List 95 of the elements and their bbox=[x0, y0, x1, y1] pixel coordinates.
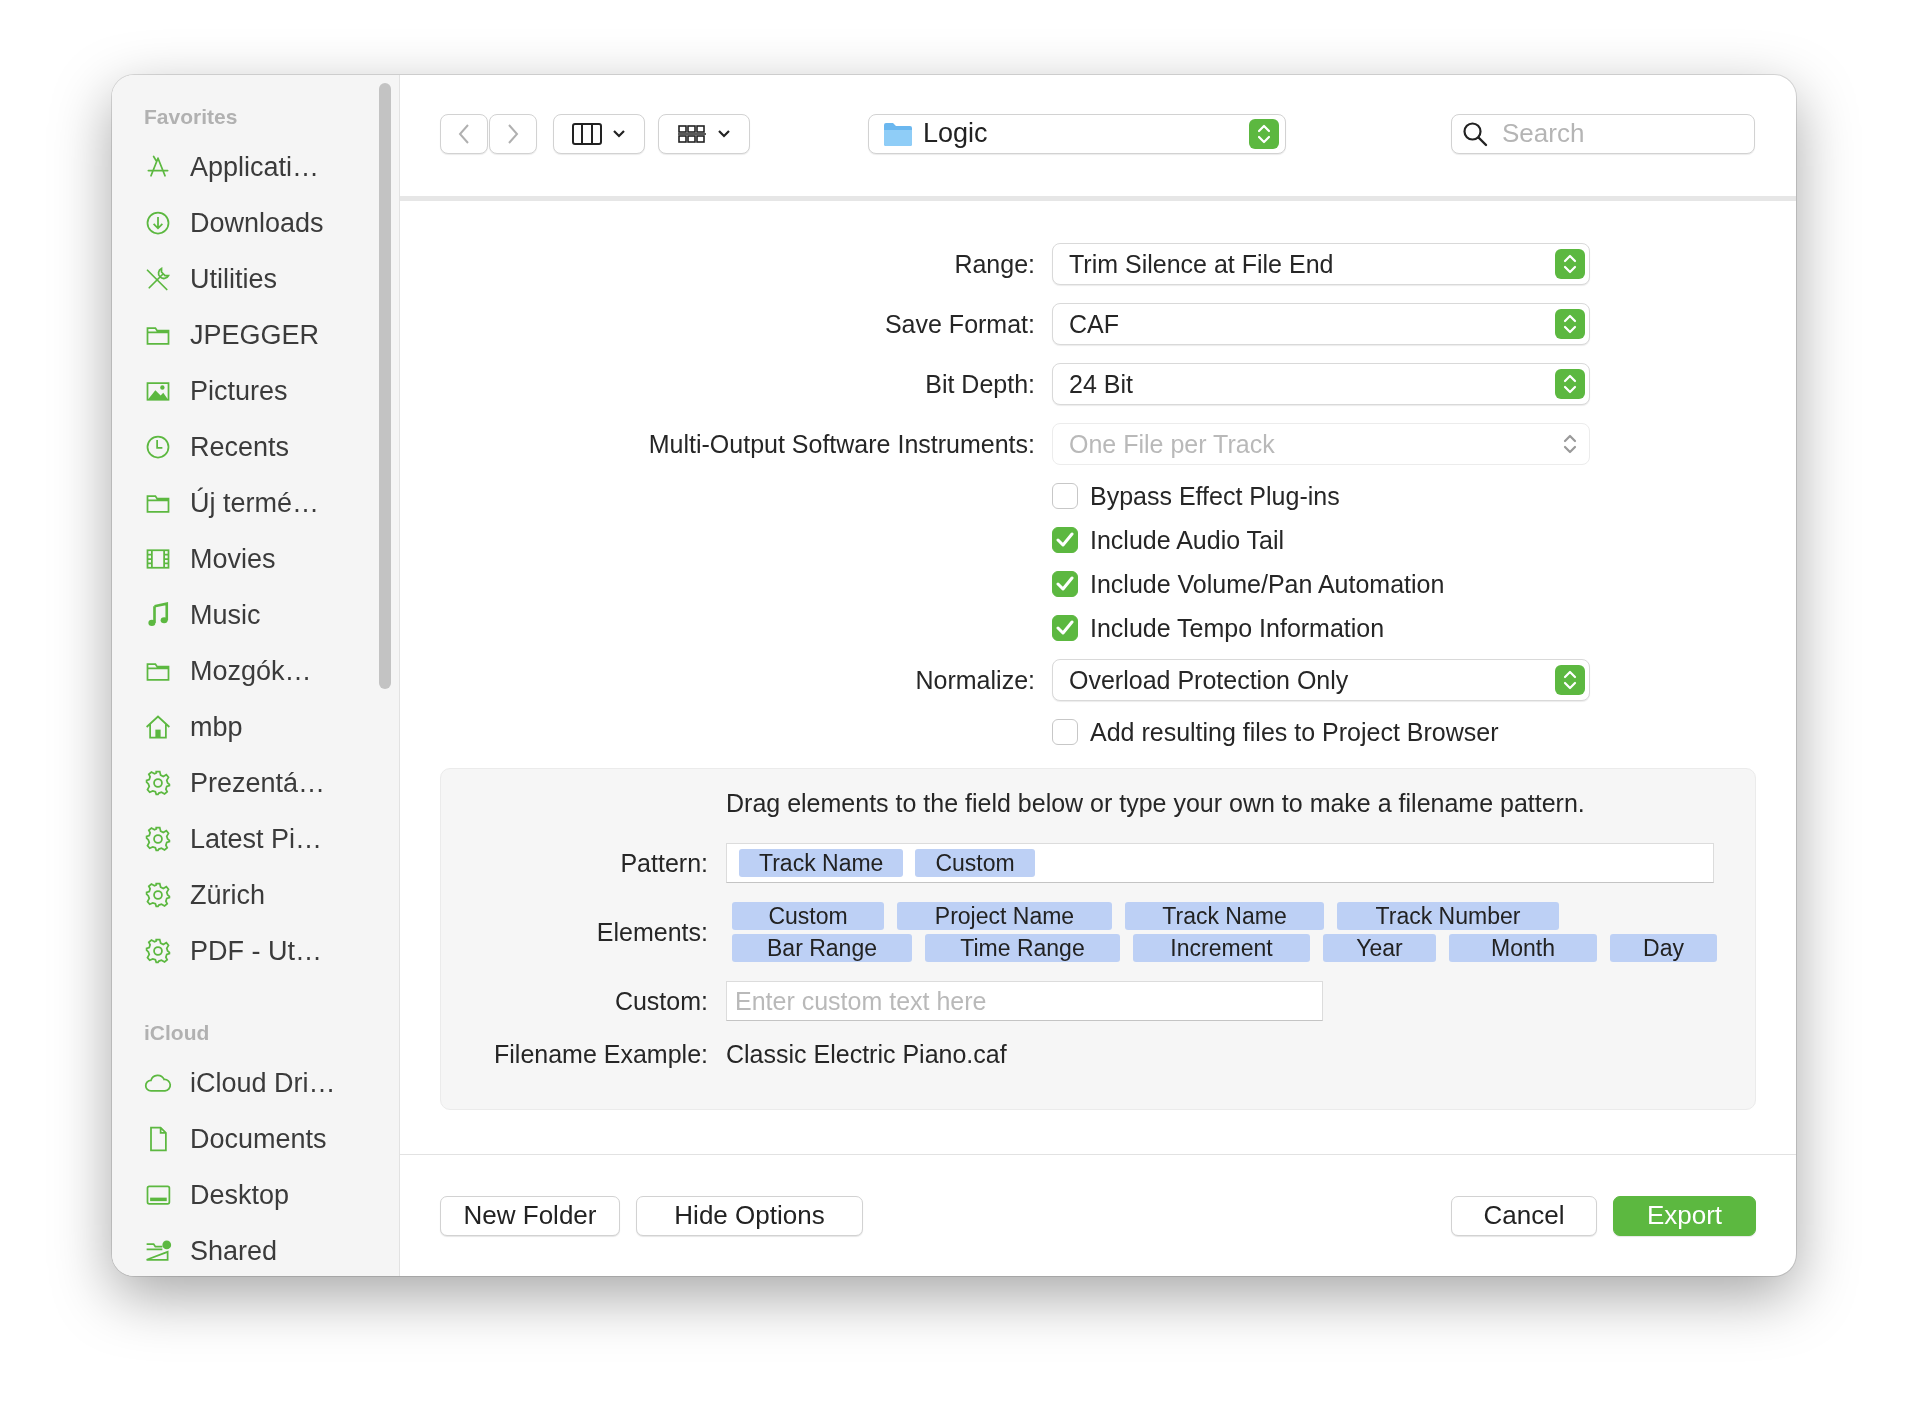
checkbox-label: Include Volume/Pan Automation bbox=[1090, 569, 1445, 599]
hide-options-button[interactable]: Hide Options bbox=[636, 1195, 863, 1236]
cancel-button[interactable]: Cancel bbox=[1451, 1195, 1597, 1236]
gear-icon bbox=[144, 937, 172, 965]
checkbox[interactable] bbox=[1052, 571, 1078, 597]
field-label: Range: bbox=[954, 249, 1035, 279]
search-icon bbox=[1462, 120, 1488, 147]
forward-button[interactable] bbox=[489, 113, 537, 154]
checkbox-label: Add resulting files to Project Browser bbox=[1090, 717, 1499, 747]
chevron-left-icon bbox=[457, 122, 471, 145]
element-token[interactable]: Year bbox=[1323, 934, 1436, 962]
sidebar-item[interactable]: Recents bbox=[190, 431, 290, 463]
field-label: Normalize: bbox=[915, 665, 1035, 695]
sidebar-item[interactable]: PDF - Ut… bbox=[190, 935, 322, 967]
sidebar-item[interactable]: Desktop bbox=[190, 1179, 290, 1211]
field-label: Pattern: bbox=[620, 848, 708, 878]
search-input[interactable]: Search bbox=[1500, 117, 1744, 150]
sidebar-item[interactable]: Downloads bbox=[190, 207, 324, 239]
pattern-token[interactable]: Custom bbox=[915, 849, 1035, 877]
sidebar-item[interactable]: Music bbox=[190, 599, 261, 631]
sidebar-item[interactable]: Prezentá… bbox=[190, 767, 326, 799]
checkbox-label: Include Tempo Information bbox=[1090, 613, 1385, 643]
field-label: Bit Depth: bbox=[925, 369, 1035, 399]
sidebar-item[interactable]: mbp bbox=[190, 711, 243, 743]
gear-icon bbox=[144, 769, 172, 797]
field-label: Multi-Output Software Instruments: bbox=[648, 429, 1035, 459]
filename-example: Classic Electric Piano.caf bbox=[726, 1040, 1008, 1069]
chevron-right-icon bbox=[506, 122, 520, 145]
popup-button[interactable]: CAF bbox=[1052, 303, 1590, 345]
checkmark-icon bbox=[1056, 532, 1074, 548]
sidebar-item[interactable]: Utilities bbox=[190, 263, 277, 295]
field-label: Save Format: bbox=[884, 309, 1035, 339]
checkmark-icon bbox=[1056, 576, 1074, 592]
caret-icon bbox=[612, 128, 626, 139]
back-button[interactable] bbox=[440, 113, 488, 154]
sidebar-item[interactable]: JPEGGER bbox=[190, 319, 320, 351]
checkbox[interactable] bbox=[1052, 527, 1078, 553]
download-icon bbox=[144, 209, 172, 237]
field-label: Elements: bbox=[596, 917, 708, 947]
sidebar-item[interactable]: Applicati… bbox=[190, 151, 320, 183]
folder-icon bbox=[883, 120, 913, 147]
sidebar-item[interactable]: Zürich bbox=[190, 879, 265, 911]
field-label: Filename Example: bbox=[494, 1040, 708, 1069]
location-popup[interactable]: Logic bbox=[868, 113, 1286, 154]
stepper-icon bbox=[1555, 369, 1585, 399]
element-token[interactable]: Time Range bbox=[925, 934, 1120, 962]
checkbox[interactable] bbox=[1052, 615, 1078, 641]
stepper-icon bbox=[1249, 118, 1279, 149]
custom-text-field[interactable]: Enter custom text here bbox=[726, 981, 1323, 1021]
sidebar-item[interactable]: Új termé… bbox=[190, 487, 319, 519]
grid-icon bbox=[677, 123, 707, 144]
clock-icon bbox=[144, 433, 172, 461]
scrollbar-thumb[interactable] bbox=[379, 83, 391, 689]
element-token[interactable]: Project Name bbox=[897, 902, 1112, 930]
popup-button[interactable]: 24 Bit bbox=[1052, 363, 1590, 405]
element-token[interactable]: Day bbox=[1610, 934, 1717, 962]
popup-button[interactable]: Trim Silence at File End bbox=[1052, 243, 1590, 285]
sidebar-item[interactable]: Latest Pi… bbox=[190, 823, 323, 855]
tools-icon bbox=[144, 265, 172, 293]
stepper-icon bbox=[1555, 665, 1585, 695]
popup-button[interactable]: Overload Protection Only bbox=[1052, 659, 1590, 701]
checkmark-icon bbox=[1056, 620, 1074, 636]
sidebar-item[interactable]: Mozgók… bbox=[190, 655, 312, 687]
new-folder-button[interactable]: New Folder bbox=[440, 1195, 620, 1236]
caret-icon bbox=[717, 128, 731, 139]
sidebar-item[interactable]: Shared bbox=[190, 1235, 278, 1267]
element-token[interactable]: Track Number bbox=[1337, 902, 1559, 930]
element-token[interactable]: Track Name bbox=[1125, 902, 1324, 930]
sidebar-section-title: iCloud bbox=[144, 1021, 211, 1046]
checkbox[interactable] bbox=[1052, 719, 1078, 745]
columns-icon bbox=[572, 122, 602, 145]
group-view-button[interactable] bbox=[658, 113, 750, 154]
instruction-text: Drag elements to the field below or type your own to make a filename pattern. bbox=[726, 789, 1586, 818]
sidebar-item[interactable]: Documents bbox=[190, 1123, 327, 1155]
search-field[interactable]: Search bbox=[1451, 113, 1755, 154]
element-token[interactable]: Custom bbox=[732, 902, 884, 930]
pattern-field[interactable]: Track Name Custom bbox=[726, 843, 1714, 883]
gear-icon bbox=[144, 825, 172, 853]
sidebar-section-title: Favorites bbox=[144, 105, 239, 130]
checkbox[interactable] bbox=[1052, 483, 1078, 509]
checkbox-label: Bypass Effect Plug-ins bbox=[1090, 481, 1340, 511]
stepper-icon bbox=[1555, 249, 1585, 279]
element-token[interactable]: Bar Range bbox=[732, 934, 912, 962]
pattern-token[interactable]: Track Name bbox=[739, 849, 904, 877]
sidebar-item[interactable]: Pictures bbox=[190, 375, 288, 407]
stepper-icon bbox=[1555, 309, 1585, 339]
sidebar-item[interactable]: Movies bbox=[190, 543, 276, 575]
gear-icon bbox=[144, 881, 172, 909]
column-view-button[interactable] bbox=[553, 113, 645, 154]
element-token[interactable]: Month bbox=[1449, 934, 1597, 962]
sidebar-item[interactable]: iCloud Dri… bbox=[190, 1067, 336, 1099]
field-label: Custom: bbox=[614, 986, 708, 1016]
element-token[interactable]: Increment bbox=[1133, 934, 1310, 962]
checkbox-label: Include Audio Tail bbox=[1090, 525, 1285, 555]
home-icon bbox=[144, 713, 172, 741]
